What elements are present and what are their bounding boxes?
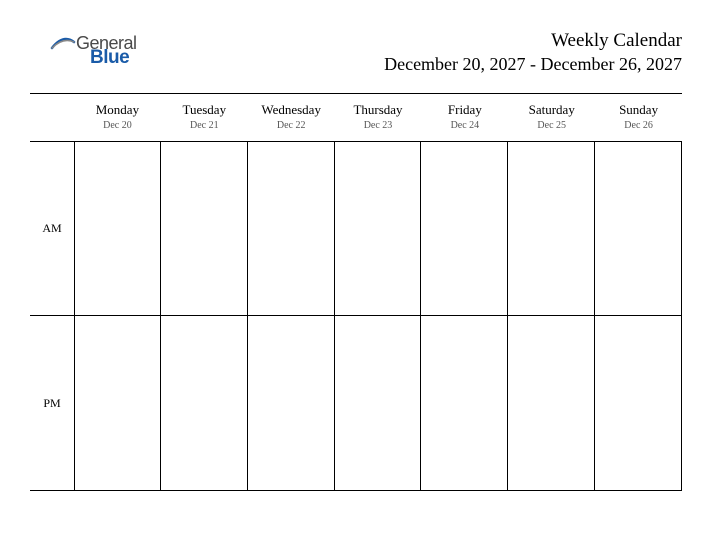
calendar-cell [508,141,595,316]
day-name: Sunday [595,102,682,118]
day-date: Dec 23 [335,120,422,131]
day-date: Dec 26 [595,120,682,131]
day-name: Tuesday [161,102,248,118]
calendar-cells [74,141,682,491]
logo-text-blue: Blue [90,48,129,67]
day-name: Friday [421,102,508,118]
day-date: Dec 22 [248,120,335,131]
calendar-cell [161,141,248,316]
day-header-saturday: Saturday Dec 25 [508,102,595,131]
generalblue-logo: General Blue [50,34,137,67]
title-block: Weekly Calendar December 20, 2027 - Dece… [384,30,682,75]
day-header-tuesday: Tuesday Dec 21 [161,102,248,131]
day-header-wednesday: Wednesday Dec 22 [248,102,335,131]
calendar-cell [421,316,508,491]
page-header: General Blue Weekly Calendar December 20… [30,30,682,75]
day-header-sunday: Sunday Dec 26 [595,102,682,131]
calendar-cell [595,316,682,491]
day-date: Dec 20 [74,120,161,131]
calendar-cell [248,141,335,316]
calendar-cell [421,141,508,316]
calendar-cell [595,141,682,316]
time-label-am: AM [30,141,74,316]
day-name: Thursday [335,102,422,118]
day-name: Wednesday [248,102,335,118]
day-date: Dec 21 [161,120,248,131]
day-header-friday: Friday Dec 24 [421,102,508,131]
calendar-grid: AM PM [30,141,682,491]
day-date: Dec 25 [508,120,595,131]
day-name: Saturday [508,102,595,118]
day-headers-row: Monday Dec 20 Tuesday Dec 21 Wednesday D… [74,102,682,131]
calendar: Monday Dec 20 Tuesday Dec 21 Wednesday D… [30,93,682,491]
day-date: Dec 24 [421,120,508,131]
calendar-cell [335,141,422,316]
page-title: Weekly Calendar [384,30,682,52]
date-range: December 20, 2027 - December 26, 2027 [384,54,682,75]
day-header-monday: Monday Dec 20 [74,102,161,131]
logo-swoosh-icon [50,36,76,50]
day-header-thursday: Thursday Dec 23 [335,102,422,131]
calendar-cell [161,316,248,491]
calendar-cell [335,316,422,491]
calendar-cell [248,316,335,491]
calendar-cell [74,141,161,316]
time-label-pm: PM [30,316,74,491]
calendar-cell [74,316,161,491]
calendar-cell [508,316,595,491]
time-labels-column: AM PM [30,141,74,491]
day-name: Monday [74,102,161,118]
